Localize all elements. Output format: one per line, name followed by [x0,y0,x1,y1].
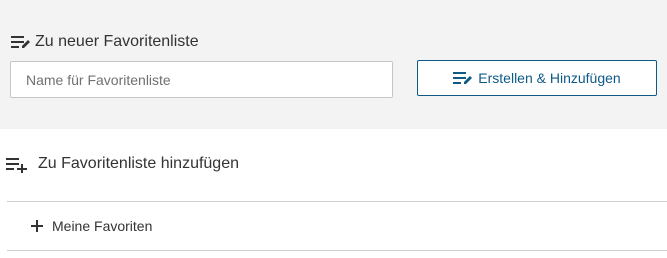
favorites-list-item[interactable]: Meine Favoriten [7,202,667,250]
create-and-add-button[interactable]: Erstellen & Hinzufügen [417,60,657,96]
playlist-edit-icon [11,36,30,48]
playlist-edit-icon [453,72,473,84]
favorites-dialog: Zu neuer Favoritenliste Erstellen & Hinz… [0,0,667,258]
list-divider [7,250,667,251]
add-to-list-heading-label: Zu Favoritenliste hinzufügen [38,155,239,172]
create-and-add-button-label: Erstellen & Hinzufügen [478,70,621,86]
playlist-add-icon [6,158,27,173]
favorites-list-item-label: Meine Favoriten [52,218,153,234]
new-list-heading-label: Zu neuer Favoritenliste [35,33,199,50]
new-favorites-list-panel: Zu neuer Favoritenliste Erstellen & Hinz… [0,0,667,129]
new-list-heading: Zu neuer Favoritenliste [11,31,199,53]
favorites-list-name-input[interactable] [10,61,393,98]
plus-icon [31,220,43,232]
add-to-list-heading: Zu Favoritenliste hinzufügen [6,152,239,176]
